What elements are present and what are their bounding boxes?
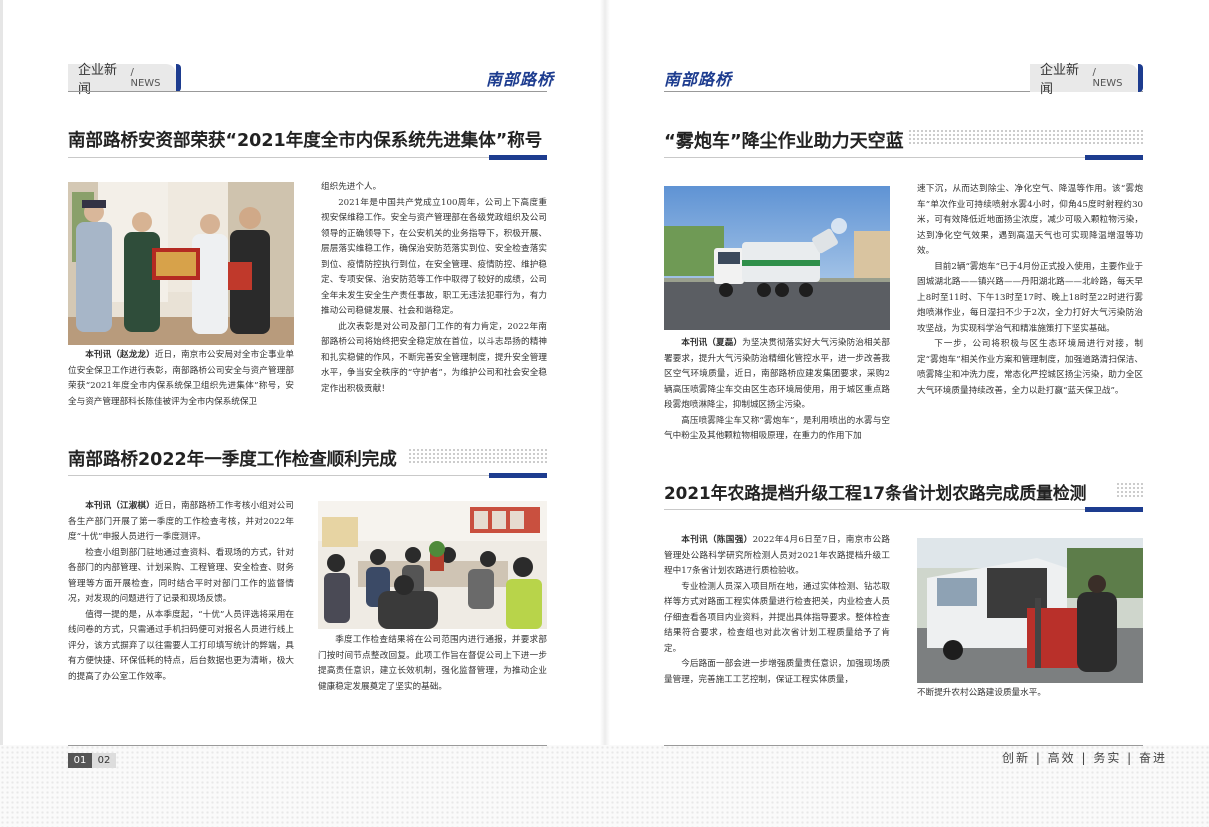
fog-cannon-truck-photo xyxy=(664,186,890,330)
section-label: 企业新闻 xyxy=(1040,63,1080,97)
article3-title: “雾炮车”降尘作业助力天空蓝 xyxy=(664,131,904,152)
page-number-02: 02 xyxy=(92,753,116,768)
magazine-spread: 企业新闻 / NEWS 南部路桥 南部路桥 企业新闻 / NEWS 南部路桥安资… xyxy=(0,0,1209,827)
award-photo xyxy=(68,182,294,345)
article4-p3: 今后路面一部会进一步增强质量责任意识，加强现场质量管理，完善施工工艺控制，保证工… xyxy=(664,659,890,685)
article3-c2-p2: 下一步，公司将积极与区生态环境局进行对接，制定“雾炮车”相关作业方案和管理制度，… xyxy=(917,339,1143,396)
article4-col-text: 不断提升农村公路建设质量水平。 xyxy=(917,688,1046,698)
article1-column: 组织先进个人。 2021年是中国共产党成立100周年，公司上下高度重视安保维稳工… xyxy=(321,180,547,425)
footer-rule-left xyxy=(68,745,547,746)
page-number-01: 01 xyxy=(68,753,92,768)
road-inspection-photo xyxy=(917,538,1143,683)
article4-title: 2021年农路提档升级工程17条省计划农路完成质量检测 xyxy=(664,483,1087,503)
footer-rule-right xyxy=(664,745,1143,746)
section-sub-label: / NEWS xyxy=(1092,67,1123,89)
tab-accent xyxy=(1138,64,1143,92)
article1-title-rule xyxy=(68,155,547,160)
article2-p2: 检查小组到部门驻地通过查资料、看现场的方式，针对各部门的内部管理、计划采购、工程… xyxy=(68,547,294,605)
article4-title-rule xyxy=(664,507,1143,512)
article1-col-p0: 组织先进个人。 xyxy=(321,182,382,192)
section-tab-right: 企业新闻 / NEWS xyxy=(1030,63,1143,97)
article2-col-text: 季度工作检查结果将在公司范围内进行通报，并要求部门按时间节点整改回复。此项工作旨… xyxy=(318,635,547,692)
article3-c1-p2: 高压喷雾降尘车又称“雾炮车”，是利用喷出的水雾与空气中粉尘及其他颗粒物相吸原理，… xyxy=(664,415,890,442)
article1-caption: 本刊讯（赵龙龙）近日，南京市公安局对全市企事业单位安全保卫工作进行表彰，南部路桥… xyxy=(68,348,294,426)
brand-logo-right: 南部路桥 xyxy=(664,70,733,89)
section-tab-left: 企业新闻 / NEWS xyxy=(68,63,181,97)
article3-col2: 速下沉，从而达到除尘、净化空气、降温等作用。该“雾炮车”单次作业可持续喷射水雾4… xyxy=(917,182,1143,456)
center-gutter xyxy=(600,0,610,827)
article2-column: 季度工作检查结果将在公司范围内进行通报，并要求部门按时间节点整改回复。此项工作旨… xyxy=(318,633,547,709)
article3-c2-p0: 速下沉，从而达到除尘、净化空气、降温等作用。该“雾炮车”单次作业可持续喷射水雾4… xyxy=(917,184,1143,256)
page-edge xyxy=(0,0,3,827)
article2-body: 本刊讯（江淑棋）近日，南部路桥工作考核小组对公司各生产部门开展了第一季度的工作检… xyxy=(68,499,294,709)
section-sub-label: / NEWS xyxy=(130,67,161,89)
tab-accent xyxy=(176,64,181,92)
meeting-photo xyxy=(318,501,547,629)
article4-p2: 专业检测人员深入项目所在地，通过实体检测、钻芯取样等方式对路面工程实体质量进行检… xyxy=(664,581,890,654)
article3-title-dots xyxy=(908,129,1143,145)
article2-title-dots xyxy=(408,448,547,464)
article3-col1: 本刊讯（夏磊）为坚决贯彻落实好大气污染防治相关部署要求，提升大气污染防治精细化管… xyxy=(664,336,890,456)
article1-title: 南部路桥安资部荣获“2021年度全市内保系统先进集体”称号 xyxy=(68,131,543,151)
article3-c2-p1: 目前2辆“雾炮车”已于4月份正式投入使用，主要作业于固城湖北路——镇兴路——丹阳… xyxy=(917,261,1143,334)
article1-col-p1: 2021年是中国共产党成立100周年，公司上下高度重视安保维稳工作。安全与资产管… xyxy=(321,197,547,317)
article4-byline: 本刊讯（陈国强） xyxy=(681,535,753,545)
article4-title-dots xyxy=(1116,482,1143,498)
article2-title: 南部路桥2022年一季度工作检查顺利完成 xyxy=(68,450,397,470)
article4-column: 不断提升农村公路建设质量水平。 xyxy=(917,686,1143,706)
header-rule-left xyxy=(68,91,547,92)
footer-slogan: 创新 | 高效 | 务实 | 奋进 xyxy=(1002,751,1168,765)
article4-body: 本刊讯（陈国强）2022年4月6日至7日，南京市公路管理处公路科学研究所检测人员… xyxy=(664,533,890,709)
article2-p3: 值得一提的是，从本季度起，“十优”人员评选将采用在线问卷的方式，只需通过手机扫码… xyxy=(68,609,294,682)
article2-byline: 本刊讯（江淑棋） xyxy=(85,501,155,511)
article1-byline: 本刊讯（赵龙龙） xyxy=(85,350,155,360)
article2-title-rule xyxy=(68,473,547,478)
article1-col-p2: 此次表彰是对公司及部门工作的有力肯定，2022年南部路桥公司将始终把安全稳定放在… xyxy=(321,321,547,394)
article3-byline: 本刊讯（夏磊） xyxy=(681,338,743,348)
article3-c1-p1: 为坚决贯彻落实好大气污染防治相关部署要求，提升大气污染防治精细化管控水平，进一步… xyxy=(664,338,890,410)
article3-title-rule xyxy=(664,155,1143,160)
brand-logo-left: 南部路桥 xyxy=(486,70,555,89)
